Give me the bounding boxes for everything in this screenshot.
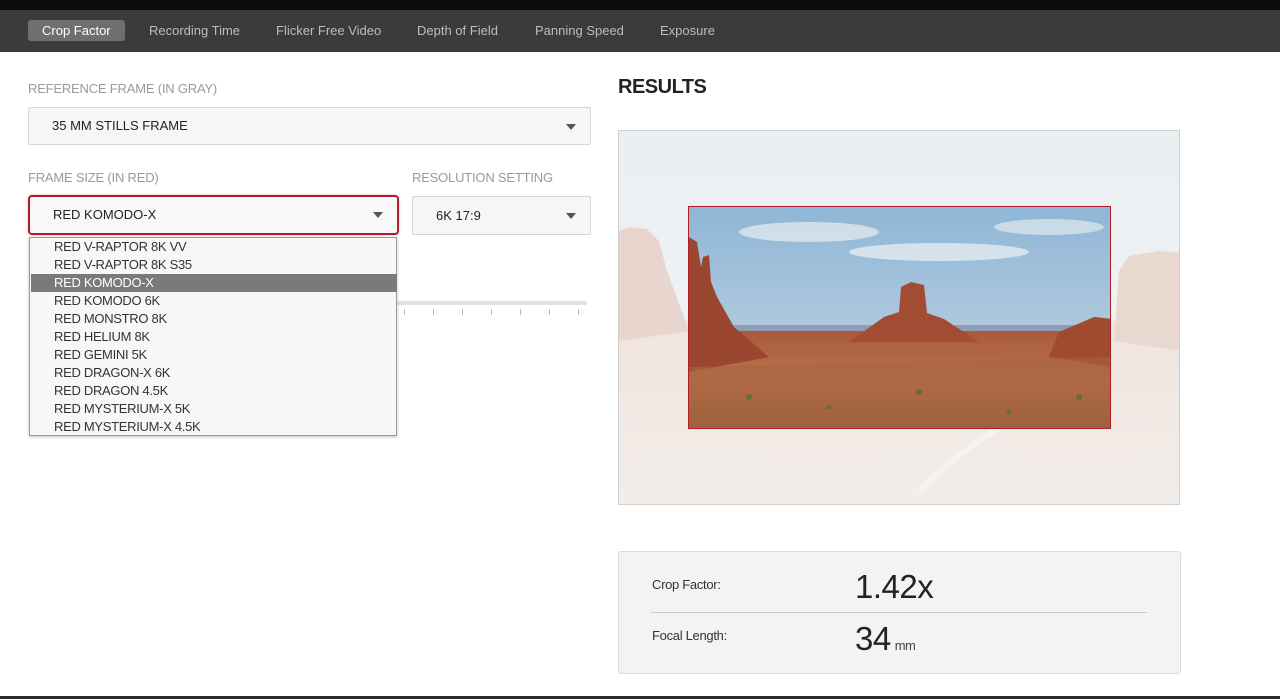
- dropdown-option[interactable]: RED GEMINI 5K: [31, 346, 397, 364]
- results-panel: Crop Factor: 1.42x Focal Length: 34 mm: [618, 551, 1181, 674]
- slider-tick: [433, 309, 434, 315]
- crop-frame-image: [688, 206, 1111, 429]
- tab-panning-speed[interactable]: Panning Speed: [535, 20, 624, 41]
- crop-factor-label: Crop Factor:: [652, 577, 721, 592]
- crop-factor-value: 1.42x: [855, 568, 934, 605]
- reference-frame-label: REFERENCE FRAME (IN GRAY): [28, 81, 218, 96]
- dropdown-option[interactable]: RED KOMODO 6K: [31, 292, 397, 310]
- tab-exposure[interactable]: Exposure: [660, 20, 715, 41]
- reference-frame-value: 35 MM STILLS FRAME: [52, 118, 188, 133]
- slider-tick: [578, 309, 579, 315]
- frame-size-select[interactable]: RED KOMODO-X: [28, 195, 399, 235]
- dropdown-option[interactable]: RED V-RAPTOR 8K VV: [31, 238, 397, 256]
- dropdown-option[interactable]: RED MONSTRO 8K: [31, 310, 397, 328]
- chevron-down-icon: [566, 213, 576, 219]
- dropdown-option-selected[interactable]: RED KOMODO-X: [31, 274, 397, 292]
- results-title: RESULTS: [618, 76, 707, 98]
- slider-tick: [462, 309, 463, 315]
- dropdown-option[interactable]: RED MYSTERIUM-X 5K: [31, 400, 397, 418]
- tab-recording-time[interactable]: Recording Time: [149, 20, 240, 41]
- slider-tick: [404, 309, 405, 315]
- dropdown-option[interactable]: RED DRAGON-X 6K: [31, 364, 397, 382]
- tab-depth-of-field[interactable]: Depth of Field: [417, 20, 498, 41]
- chevron-down-icon: [566, 124, 576, 130]
- results-divider: [651, 612, 1147, 613]
- dropdown-option[interactable]: RED MYSTERIUM-X 4.5K: [31, 418, 397, 436]
- chevron-down-icon: [373, 212, 383, 218]
- slider-tick: [520, 309, 521, 315]
- tab-crop-factor[interactable]: Crop Factor: [28, 20, 125, 41]
- frame-size-label: FRAME SIZE (IN RED): [28, 170, 159, 185]
- window-top-strip: [0, 0, 1280, 10]
- focal-length-value-group: 34 mm: [855, 620, 916, 658]
- slider-tick: [549, 309, 550, 315]
- focal-length-label: Focal Length:: [652, 628, 727, 643]
- resolution-setting-label: RESOLUTION SETTING: [412, 170, 553, 185]
- frame-size-value: RED KOMODO-X: [53, 207, 157, 222]
- slider-tick: [491, 309, 492, 315]
- dropdown-option[interactable]: RED DRAGON 4.5K: [31, 382, 397, 400]
- resolution-setting-select[interactable]: 6K 17:9: [412, 196, 591, 235]
- focal-length-value: 34: [855, 620, 891, 657]
- resolution-setting-value: 6K 17:9: [436, 208, 481, 223]
- tab-flicker-free-video[interactable]: Flicker Free Video: [276, 20, 381, 41]
- focal-length-slider-track[interactable]: [397, 301, 587, 305]
- dropdown-option[interactable]: RED V-RAPTOR 8K S35: [31, 256, 397, 274]
- frame-size-dropdown-list: RED V-RAPTOR 8K VV RED V-RAPTOR 8K S35 R…: [29, 237, 397, 436]
- focal-length-unit: mm: [894, 638, 916, 653]
- dropdown-option[interactable]: RED HELIUM 8K: [31, 328, 397, 346]
- top-nav-bar: Crop Factor Recording Time Flicker Free …: [0, 10, 1280, 52]
- reference-frame-select[interactable]: 35 MM STILLS FRAME: [28, 107, 591, 145]
